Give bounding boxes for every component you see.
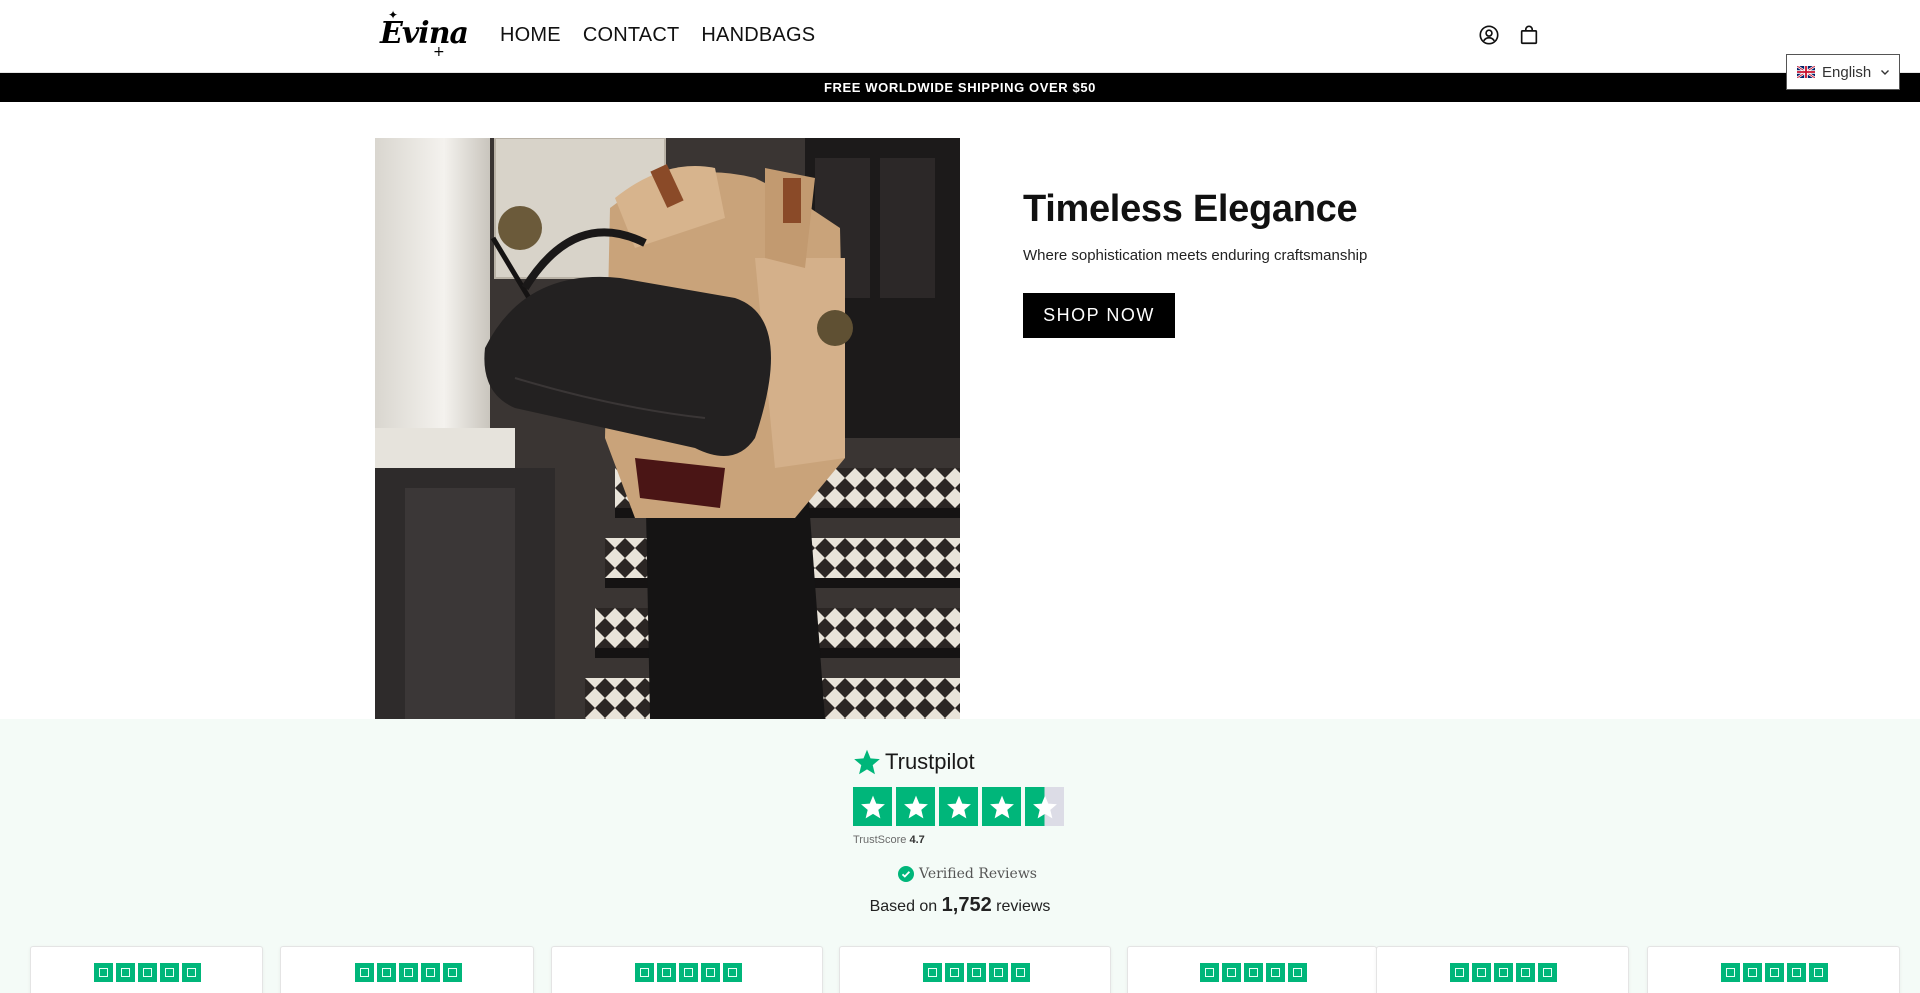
review-star-icon bbox=[1266, 963, 1285, 982]
verified-check-icon bbox=[898, 866, 914, 882]
review-star-icon bbox=[679, 963, 698, 982]
trustscore-label: TrustScore bbox=[853, 834, 907, 846]
review-star-icon bbox=[94, 963, 113, 982]
review-star-icon bbox=[1011, 963, 1030, 982]
rating-star-icon bbox=[853, 787, 892, 826]
hero-image bbox=[375, 138, 960, 719]
review-card-stars bbox=[355, 963, 462, 982]
rating-star-icon bbox=[1025, 787, 1064, 826]
review-star-icon bbox=[701, 963, 720, 982]
trustpilot-rating-stars bbox=[853, 787, 1064, 826]
site-header: ✦ Evina + HOME CONTACT HANDBAGS bbox=[0, 0, 1920, 73]
review-star-icon bbox=[160, 963, 179, 982]
hero-title: Timeless Elegance bbox=[1023, 188, 1358, 230]
language-label: English bbox=[1822, 63, 1872, 81]
review-card-stars bbox=[923, 963, 1030, 982]
review-card[interactable] bbox=[1647, 946, 1900, 993]
review-star-icon bbox=[1538, 963, 1557, 982]
verified-reviews: Verified Reviews bbox=[898, 866, 1037, 882]
review-card[interactable] bbox=[1127, 946, 1377, 993]
review-star-icon bbox=[1472, 963, 1491, 982]
review-star-icon bbox=[421, 963, 440, 982]
shop-now-button[interactable]: SHOP NOW bbox=[1023, 293, 1175, 338]
header-actions bbox=[1478, 24, 1540, 46]
review-star-icon bbox=[116, 963, 135, 982]
review-count: 1,752 bbox=[941, 894, 992, 916]
review-card[interactable] bbox=[30, 946, 263, 993]
review-star-icon bbox=[1494, 963, 1513, 982]
review-card[interactable] bbox=[280, 946, 534, 993]
rating-star-icon bbox=[982, 787, 1021, 826]
announcement-bar: FREE WORLDWIDE SHIPPING OVER $50 bbox=[0, 73, 1920, 102]
review-card-stars bbox=[94, 963, 201, 982]
review-star-icon bbox=[1222, 963, 1241, 982]
review-star-icon bbox=[945, 963, 964, 982]
logo-plus-icon: + bbox=[433, 44, 445, 60]
review-star-icon bbox=[1809, 963, 1828, 982]
review-star-icon bbox=[399, 963, 418, 982]
main-nav: HOME CONTACT HANDBAGS bbox=[500, 24, 815, 47]
logo-wordmark: Evina bbox=[380, 16, 469, 51]
review-star-icon bbox=[1743, 963, 1762, 982]
review-star-icon bbox=[1288, 963, 1307, 982]
review-star-icon bbox=[443, 963, 462, 982]
trustscore-value: 4.7 bbox=[909, 834, 925, 846]
review-star-icon bbox=[923, 963, 942, 982]
review-star-icon bbox=[355, 963, 374, 982]
nav-handbags[interactable]: HANDBAGS bbox=[701, 24, 815, 47]
uk-flag-icon bbox=[1797, 66, 1815, 78]
review-card[interactable] bbox=[839, 946, 1111, 993]
review-star-icon bbox=[989, 963, 1008, 982]
trustscore: TrustScore 4.7 bbox=[853, 834, 925, 846]
review-star-icon bbox=[1765, 963, 1784, 982]
review-star-icon bbox=[657, 963, 676, 982]
trustpilot-logo[interactable]: Trustpilot bbox=[853, 748, 975, 776]
review-star-icon bbox=[377, 963, 396, 982]
cart-icon[interactable] bbox=[1518, 24, 1540, 46]
nav-home[interactable]: HOME bbox=[500, 24, 561, 47]
review-star-icon bbox=[967, 963, 986, 982]
review-card-stars bbox=[1721, 963, 1828, 982]
trustpilot-brand: Trustpilot bbox=[885, 749, 975, 774]
review-star-icon bbox=[1721, 963, 1740, 982]
account-icon[interactable] bbox=[1478, 24, 1500, 46]
based-suffix: reviews bbox=[996, 898, 1051, 915]
review-cards-carousel bbox=[0, 946, 1920, 993]
verified-label: Verified Reviews bbox=[919, 866, 1037, 882]
trustpilot-star-icon bbox=[854, 749, 880, 775]
review-star-icon bbox=[1244, 963, 1263, 982]
review-count-summary: Based on 1,752 reviews bbox=[0, 894, 1920, 917]
announcement-text: FREE WORLDWIDE SHIPPING OVER $50 bbox=[823, 80, 1096, 95]
hero-subtitle: Where sophistication meets enduring craf… bbox=[1023, 247, 1368, 264]
review-star-icon bbox=[1200, 963, 1219, 982]
review-card-stars bbox=[1200, 963, 1307, 982]
review-card-stars bbox=[635, 963, 742, 982]
review-star-icon bbox=[635, 963, 654, 982]
chevron-down-icon bbox=[1881, 70, 1890, 75]
review-star-icon bbox=[1516, 963, 1535, 982]
language-selector[interactable]: English bbox=[1786, 54, 1900, 90]
nav-contact[interactable]: CONTACT bbox=[583, 24, 680, 47]
review-star-icon bbox=[1787, 963, 1806, 982]
rating-star-icon bbox=[896, 787, 935, 826]
review-star-icon bbox=[1450, 963, 1469, 982]
brand-logo[interactable]: ✦ Evina + bbox=[380, 8, 469, 60]
review-card[interactable] bbox=[1376, 946, 1629, 993]
hero-photo-illustration bbox=[375, 138, 960, 719]
review-star-icon bbox=[182, 963, 201, 982]
rating-star-icon bbox=[939, 787, 978, 826]
review-card-stars bbox=[1450, 963, 1557, 982]
review-card[interactable] bbox=[551, 946, 823, 993]
review-star-icon bbox=[723, 963, 742, 982]
review-star-icon bbox=[138, 963, 157, 982]
based-prefix: Based on bbox=[869, 898, 938, 915]
